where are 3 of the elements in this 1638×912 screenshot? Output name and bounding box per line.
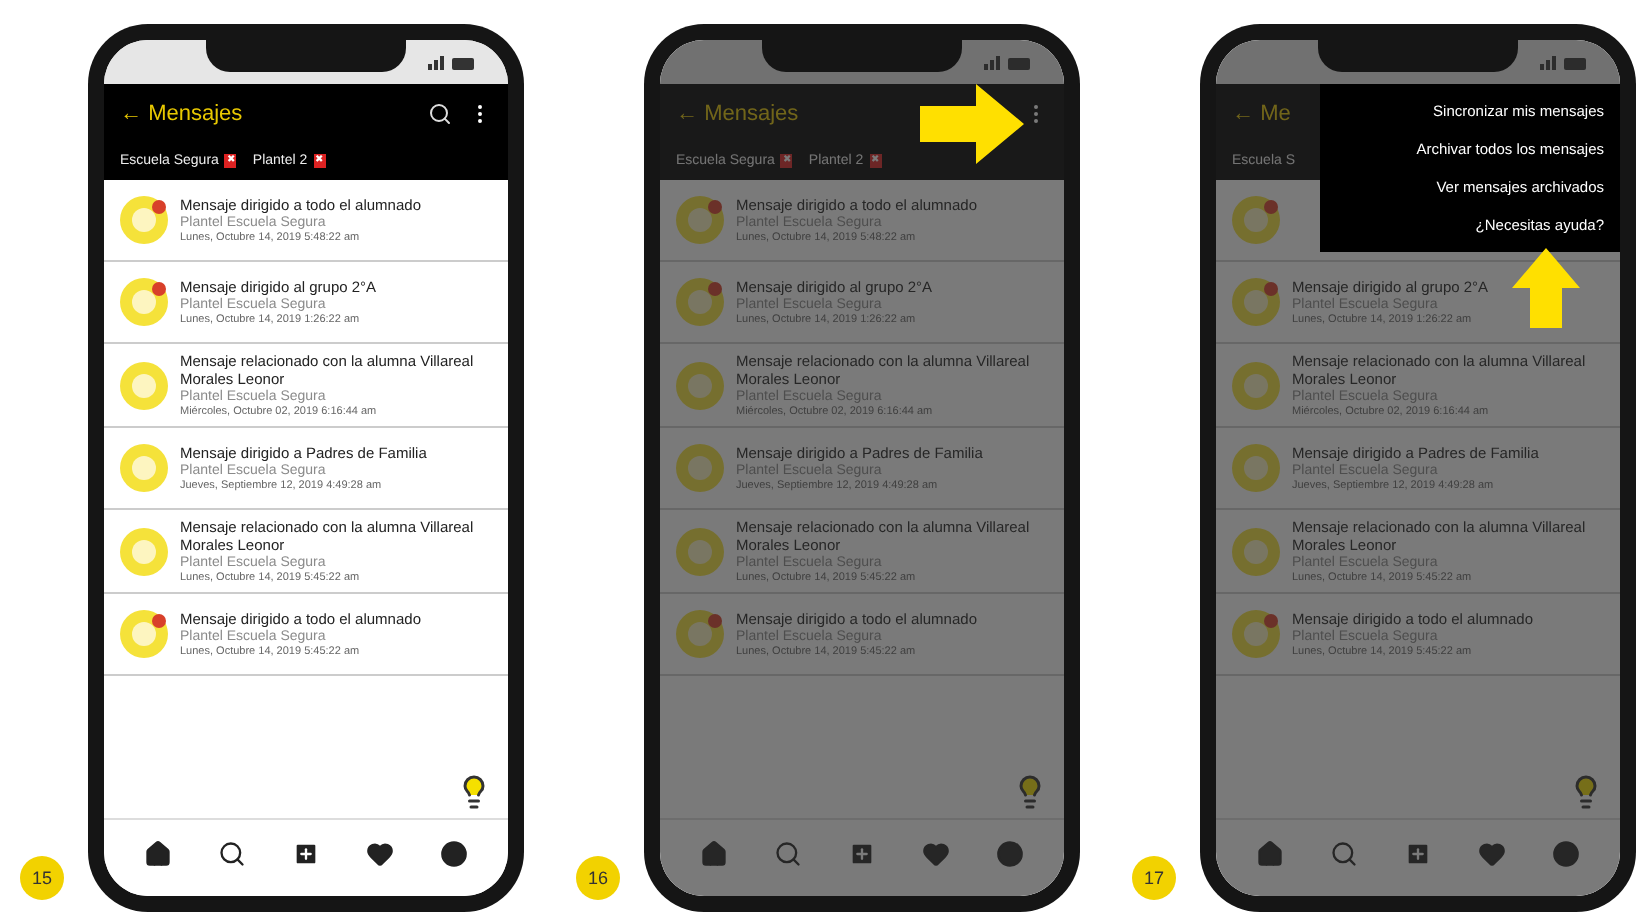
- step-number: 16: [576, 856, 620, 900]
- step-number: 17: [1132, 856, 1176, 900]
- step-number: 15: [20, 856, 64, 900]
